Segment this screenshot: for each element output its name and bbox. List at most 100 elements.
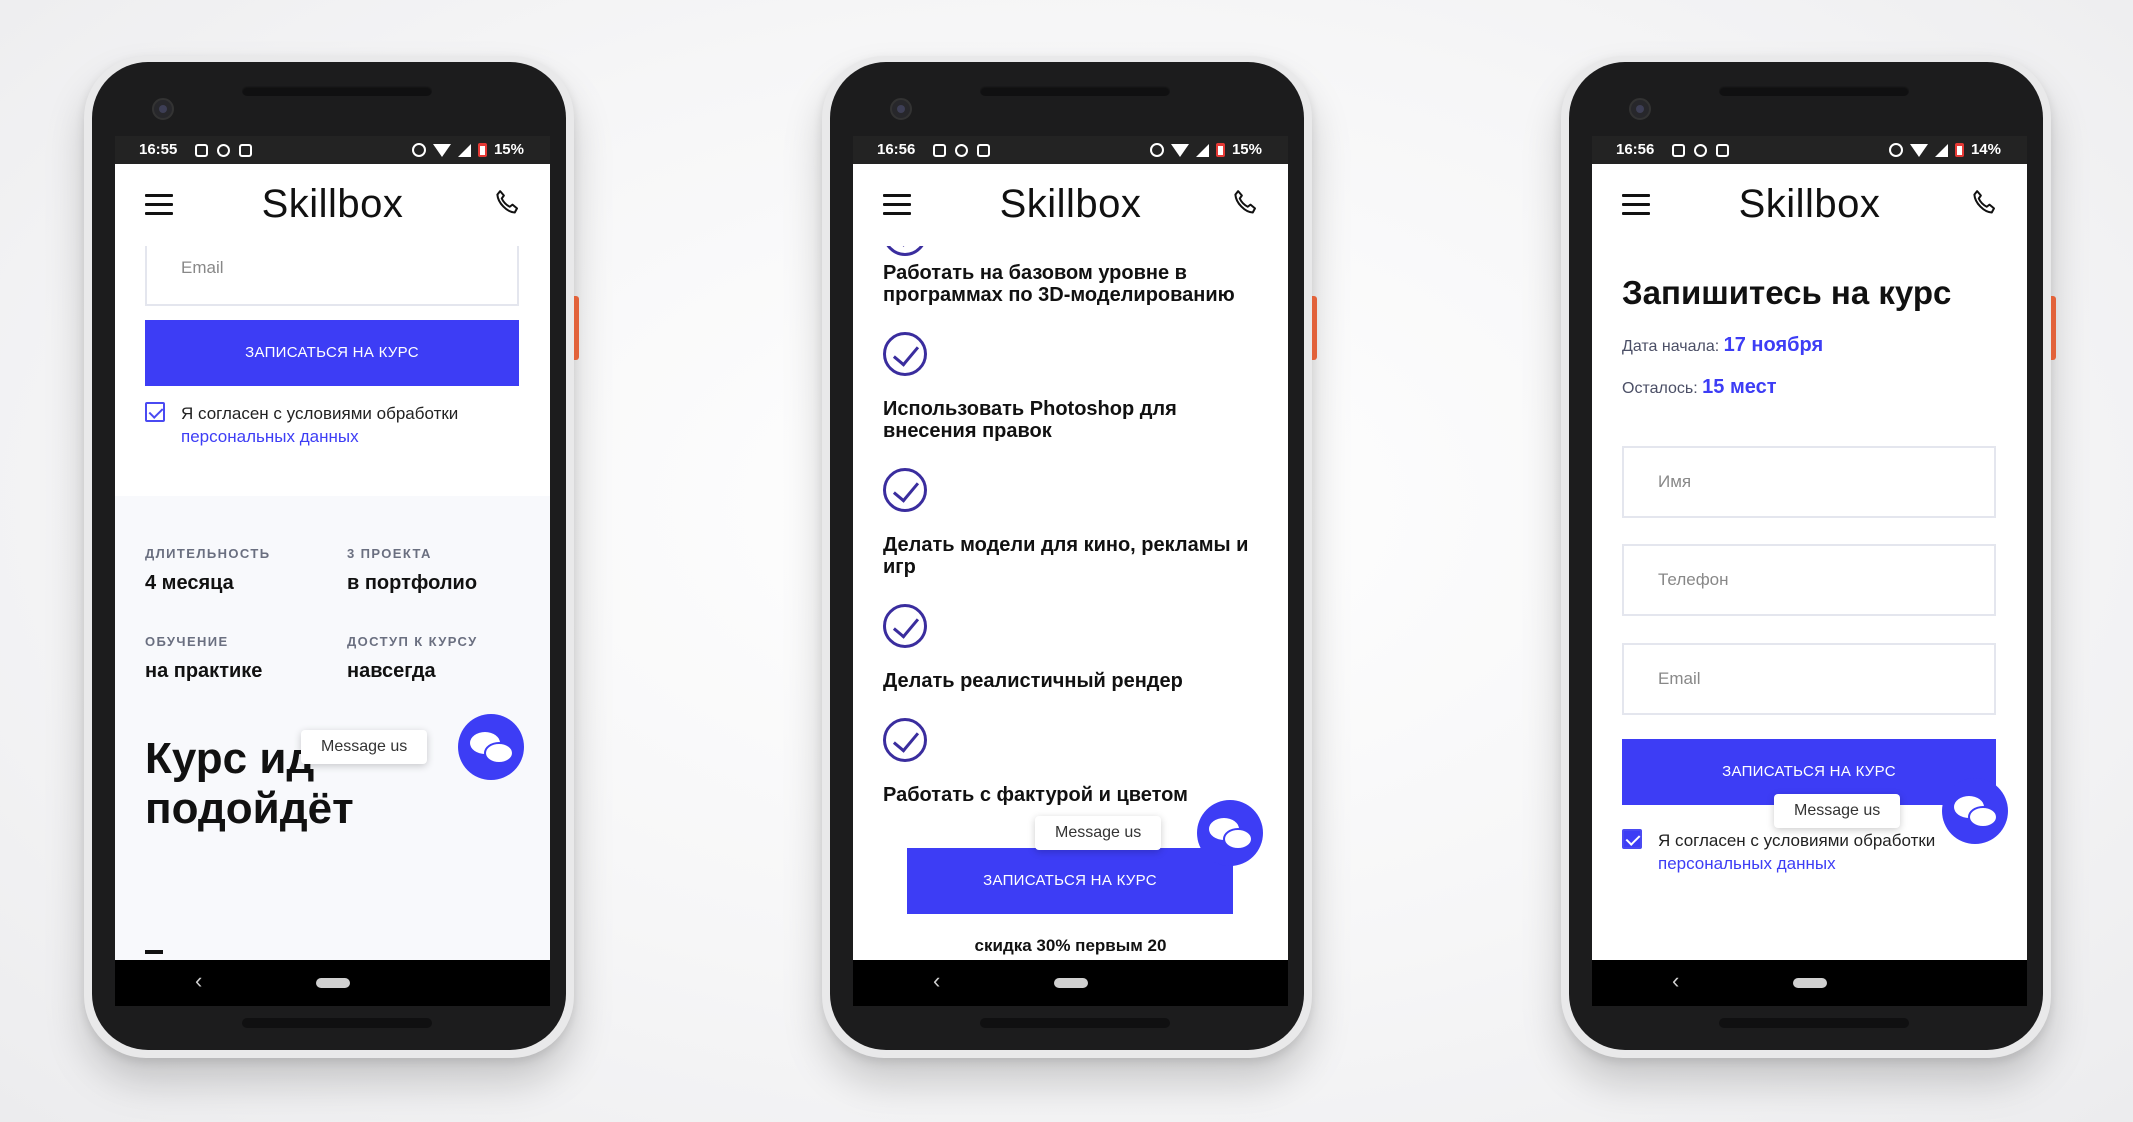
enroll-button[interactable]: ЗАПИСАТЬСЯ НА КУРС — [145, 320, 519, 386]
phone-shell: 16:56 15% Skillbox Работать на базовом у… — [830, 62, 1304, 1050]
checkbox-icon[interactable] — [145, 402, 165, 422]
logo[interactable]: Skillbox — [1592, 182, 2027, 227]
form-title: Запишитесь на курс — [1622, 274, 1952, 311]
back-icon[interactable]: ‹ — [933, 968, 940, 994]
status-time: 16:56 — [877, 141, 916, 158]
notification-icons — [1672, 136, 1729, 164]
skill-item: Использовать Photoshop для внесения прав… — [883, 398, 1177, 442]
consent-text: Я согласен с условиями обработки — [1658, 831, 1936, 850]
meta-label: ДОСТУП К КУРСУ — [347, 634, 478, 649]
email-field[interactable]: Email — [1622, 643, 1996, 715]
logo[interactable]: Skillbox — [115, 182, 550, 227]
chat-button[interactable] — [1942, 778, 2008, 844]
android-nav-bar: ‹ — [853, 960, 1288, 1006]
check-icon — [883, 332, 927, 376]
app-header: Skillbox — [115, 164, 550, 246]
wifi-icon — [1170, 143, 1189, 157]
screen: 16:56 14% Skillbox Запишитесь на курс Да… — [1592, 136, 2027, 1006]
skill-item: Работать на базовом уровне в программах … — [883, 262, 1235, 306]
status-time: 16:55 — [139, 141, 178, 158]
meta-label: ДЛИТЕЛЬНОСТЬ — [145, 546, 271, 561]
meta-value: 4 месяца — [145, 572, 234, 594]
privacy-link[interactable]: персональных данных — [181, 425, 550, 448]
seats-left: Осталось: 15 мест — [1622, 376, 1777, 398]
meta-label: 3 ПРОЕКТА — [347, 546, 432, 561]
power-button — [2051, 296, 2056, 360]
alarm-icon — [1149, 143, 1164, 157]
name-field[interactable]: Имя — [1622, 446, 1996, 518]
phone-2: 16:56 15% Skillbox Работать на базовом у… — [822, 56, 1317, 1058]
phone-1: 16:55 15% Skillbox Email ЗАПИСАТЬСЯ НА К — [84, 56, 579, 1058]
home-pill[interactable] — [1793, 978, 1827, 988]
alarm-icon — [411, 143, 426, 157]
message-us-tooltip[interactable]: Message us — [1774, 794, 1901, 828]
image-icon — [195, 143, 208, 157]
scroll-content: Запишитесь на курс Дата начала: 17 ноябр… — [1592, 246, 2027, 960]
android-nav-bar: ‹ — [115, 960, 550, 1006]
calendar-icon — [239, 143, 252, 157]
bottom-speaker — [242, 1018, 432, 1028]
phone-call-icon[interactable] — [1230, 188, 1260, 218]
message-us-tooltip[interactable]: Message us — [301, 730, 428, 764]
message-us-tooltip[interactable]: Message us — [1035, 816, 1162, 850]
notification-icons — [933, 136, 990, 164]
logo[interactable]: Skillbox — [853, 182, 1288, 227]
phone-call-icon[interactable] — [1969, 188, 1999, 218]
battery-level: 15% — [493, 141, 524, 158]
status-bar: 16:56 14% — [1592, 136, 2027, 164]
text-fragment — [145, 950, 163, 954]
status-right: 15% — [1149, 136, 1262, 164]
notification-icons — [195, 136, 252, 164]
check-icon — [883, 246, 927, 256]
phone-3: 16:56 14% Skillbox Запишитесь на курс Да… — [1561, 56, 2056, 1058]
consent-checkbox[interactable]: Я согласен с условиями обработки персона… — [145, 402, 550, 448]
skill-item: Делать реалистичный рендер — [883, 670, 1183, 692]
calendar-icon — [1716, 143, 1729, 157]
battery-level: 15% — [1231, 141, 1262, 158]
checkbox-icon[interactable] — [1622, 829, 1642, 849]
scroll-content: Email ЗАПИСАТЬСЯ НА КУРС Я согласен с ус… — [115, 246, 550, 960]
back-icon[interactable]: ‹ — [1672, 968, 1679, 994]
home-pill[interactable] — [1054, 978, 1088, 988]
screen: 16:56 15% Skillbox Работать на базовом у… — [853, 136, 1288, 1006]
camera-icon — [1629, 98, 1651, 120]
power-button — [1312, 296, 1317, 360]
phone-shell: 16:55 15% Skillbox Email ЗАПИСАТЬСЯ НА К — [92, 62, 566, 1050]
phone-field[interactable]: Телефон — [1622, 544, 1996, 616]
discount-note: скидка 30% первым 20 — [974, 936, 1167, 955]
enroll-button[interactable]: ЗАПИСАТЬСЯ НА КУРС — [907, 848, 1233, 914]
wifi-icon — [432, 143, 451, 157]
meta-label: ОБУЧЕНИЕ — [145, 634, 229, 649]
back-icon[interactable]: ‹ — [195, 968, 202, 994]
check-icon — [883, 718, 927, 762]
check-icon — [883, 604, 927, 648]
alarm-icon — [1888, 143, 1903, 157]
power-button — [574, 296, 579, 360]
image-icon — [933, 143, 946, 157]
battery-level: 14% — [1970, 141, 2001, 158]
status-bar: 16:56 15% — [853, 136, 1288, 164]
chat-button[interactable] — [1197, 800, 1263, 866]
email-field[interactable]: Email — [145, 246, 519, 306]
home-pill[interactable] — [316, 978, 350, 988]
meta-value: в портфолио — [347, 572, 478, 594]
battery-icon — [1215, 143, 1225, 157]
phone-call-icon[interactable] — [492, 188, 522, 218]
signal-icon — [1934, 143, 1948, 157]
chat-button[interactable] — [458, 714, 524, 780]
scroll-content: Работать на базовом уровне в программах … — [853, 246, 1288, 960]
app-header: Skillbox — [1592, 164, 2027, 246]
battery-icon — [477, 143, 487, 157]
camera-icon — [890, 98, 912, 120]
screen: 16:55 15% Skillbox Email ЗАПИСАТЬСЯ НА К — [115, 136, 550, 1006]
status-right: 14% — [1888, 136, 2001, 164]
privacy-link[interactable]: персональных данных — [1658, 852, 2027, 875]
signal-icon — [1195, 143, 1209, 157]
bottom-speaker — [1719, 1018, 1909, 1028]
speaker-grille — [1719, 86, 1909, 96]
consent-text: Я согласен с условиями обработки — [181, 404, 459, 423]
bottom-speaker — [980, 1018, 1170, 1028]
speaker-grille — [242, 86, 432, 96]
battery-icon — [1954, 143, 1964, 157]
android-nav-bar: ‹ — [1592, 960, 2027, 1006]
